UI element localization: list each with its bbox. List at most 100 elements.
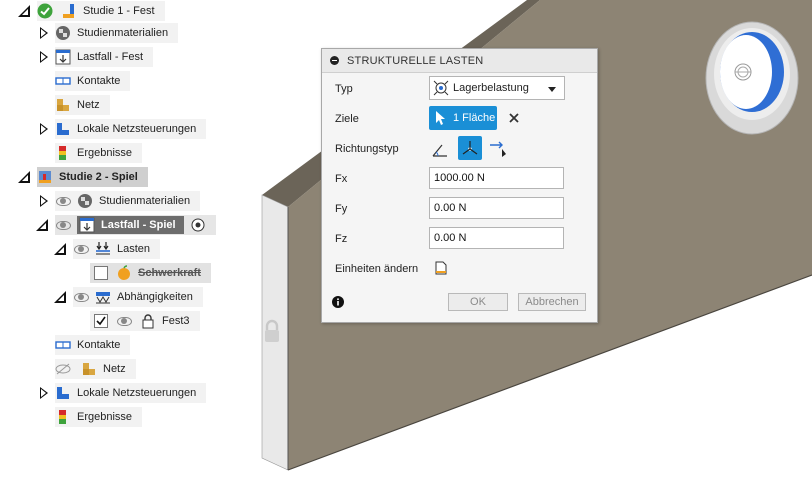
s1-results-node[interactable]: Ergebnisse <box>55 143 143 163</box>
constraints-icon <box>96 292 110 304</box>
targets-label: Ziele <box>335 113 359 125</box>
study-2-node[interactable]: Studie 2 - Spiel <box>37 167 148 187</box>
local-mesh-icon <box>57 123 69 135</box>
fz-input[interactable]: 0.00 N <box>429 227 564 249</box>
direction-type-label: Richtungstyp <box>335 143 399 155</box>
contacts-icon <box>55 341 71 349</box>
s1-mesh-label: Netz <box>77 99 100 111</box>
s1-mesh-node[interactable]: Netz <box>55 95 110 115</box>
visibility-eye-icon[interactable] <box>55 217 71 233</box>
study-icon <box>39 171 51 183</box>
s2-contacts-label: Kontakte <box>77 339 121 351</box>
s2-fixed3-node[interactable]: Fest3 <box>90 311 200 331</box>
document-icon[interactable] <box>433 260 449 276</box>
s1-loadcase-node[interactable]: Lastfall - Fest <box>55 47 154 67</box>
materials-icon <box>78 194 92 208</box>
bearing-load-icon <box>433 80 449 96</box>
gravity-checkbox[interactable] <box>94 266 108 280</box>
expand-toggle[interactable] <box>35 218 49 232</box>
type-dropdown[interactable]: Lagerbelastung <box>429 76 565 100</box>
s2-materials-node[interactable]: Studienmaterialien <box>55 191 201 211</box>
fy-label: Fy <box>335 203 348 215</box>
fx-label: Fx <box>335 173 348 185</box>
s2-constraints-label: Abhängigkeiten <box>117 291 193 303</box>
chevron-down-icon <box>548 87 556 92</box>
s1-materials-node[interactable]: Studienmaterialien <box>55 23 179 43</box>
expand-toggle[interactable] <box>37 194 51 208</box>
vector-components-button[interactable] <box>458 136 482 160</box>
expand-toggle[interactable] <box>37 26 51 40</box>
visibility-eye-icon[interactable] <box>73 289 89 305</box>
type-label: Typ <box>335 83 353 95</box>
s2-mesh-node[interactable]: Netz <box>55 359 136 379</box>
s1-materials-label: Studienmaterialien <box>77 27 169 39</box>
visibility-eye-icon[interactable] <box>55 193 71 209</box>
structural-loads-dialog: STRUKTURELLE LASTEN Typ Lagerbelastung Z… <box>321 48 598 323</box>
ok-button[interactable]: OK <box>448 293 508 311</box>
contacts-icon <box>55 77 71 85</box>
s1-results-label: Ergebnisse <box>77 147 133 159</box>
info-icon[interactable] <box>332 296 344 308</box>
expand-toggle[interactable] <box>53 290 67 304</box>
s2-loads-label: Lasten <box>117 243 151 255</box>
s1-contacts-label: Kontakte <box>77 75 121 87</box>
s2-local-mesh-label: Lokale Netzsteuerungen <box>77 387 197 399</box>
expand-toggle[interactable] <box>53 242 67 256</box>
expand-toggle[interactable] <box>37 50 51 64</box>
expand-toggle[interactable] <box>37 122 51 136</box>
s1-contacts-node[interactable]: Kontakte <box>55 71 131 91</box>
s2-loadcase-label: Lastfall - Spiel <box>101 219 176 231</box>
results-icon <box>59 146 66 160</box>
gravity-apple-icon <box>118 265 130 280</box>
angle-direction-icon[interactable] <box>430 139 450 159</box>
s2-contacts-node[interactable]: Kontakte <box>55 335 131 355</box>
collapse-dialog-icon[interactable] <box>330 56 339 65</box>
results-icon <box>59 410 66 424</box>
study-icon <box>63 4 74 18</box>
s1-local-mesh-node[interactable]: Lokale Netzsteuerungen <box>55 119 207 139</box>
s2-constraints-node[interactable]: Abhängigkeiten <box>73 287 203 307</box>
dialog-title: STRUKTURELLE LASTEN <box>347 54 484 67</box>
expand-toggle[interactable] <box>17 170 31 184</box>
fy-input[interactable]: 0.00 N <box>429 197 564 219</box>
s2-gravity-node[interactable]: Schwerkraft <box>90 263 211 283</box>
hidden-eye-icon[interactable] <box>55 361 71 377</box>
loads-icon <box>96 242 110 255</box>
study-1-node[interactable]: Studie 1 - Fest <box>37 1 165 21</box>
materials-icon <box>56 26 70 40</box>
check-circle-icon <box>37 3 53 19</box>
change-units-label: Einheiten ändern <box>335 263 419 275</box>
s2-materials-label: Studienmaterialien <box>99 195 191 207</box>
normal-direction-icon[interactable] <box>488 139 508 159</box>
dialog-header[interactable]: STRUKTURELLE LASTEN <box>322 49 597 73</box>
expand-toggle[interactable] <box>17 4 31 18</box>
cancel-button[interactable]: Abbrechen <box>518 293 586 311</box>
s2-loads-node[interactable]: Lasten <box>73 239 161 259</box>
s2-local-mesh-node[interactable]: Lokale Netzsteuerungen <box>55 383 207 403</box>
vector-components-icon <box>462 141 478 155</box>
clear-selection-icon[interactable] <box>509 113 519 123</box>
fixed3-checkbox[interactable] <box>94 314 108 328</box>
s2-fixed3-label: Fest3 <box>162 315 190 327</box>
expand-toggle[interactable] <box>37 386 51 400</box>
visibility-eye-icon[interactable] <box>116 313 132 329</box>
visibility-eye-icon[interactable] <box>73 241 89 257</box>
s2-mesh-label: Netz <box>103 363 126 375</box>
load-case-icon <box>55 49 71 65</box>
load-case-icon <box>79 217 95 233</box>
local-mesh-icon <box>57 387 69 399</box>
active-radio-icon[interactable] <box>190 217 206 233</box>
study-2-label: Studie 2 - Spiel <box>59 171 138 183</box>
fx-input[interactable]: 1000.00 N <box>429 167 564 189</box>
mesh-icon <box>57 99 69 111</box>
s2-results-node[interactable]: Ergebnisse <box>55 407 143 427</box>
s2-results-label: Ergebnisse <box>77 411 133 423</box>
study-1-label: Studie 1 - Fest <box>83 5 155 17</box>
type-value: Lagerbelastung <box>453 82 529 94</box>
s2-loadcase-node[interactable]: Lastfall - Spiel <box>55 215 216 235</box>
checkmark-icon <box>96 316 106 326</box>
bearing-hole[interactable] <box>705 21 799 135</box>
targets-select-button[interactable]: 1 Fläche <box>429 106 497 130</box>
fz-label: Fz <box>335 233 348 245</box>
s1-loadcase-label: Lastfall - Fest <box>77 51 144 63</box>
